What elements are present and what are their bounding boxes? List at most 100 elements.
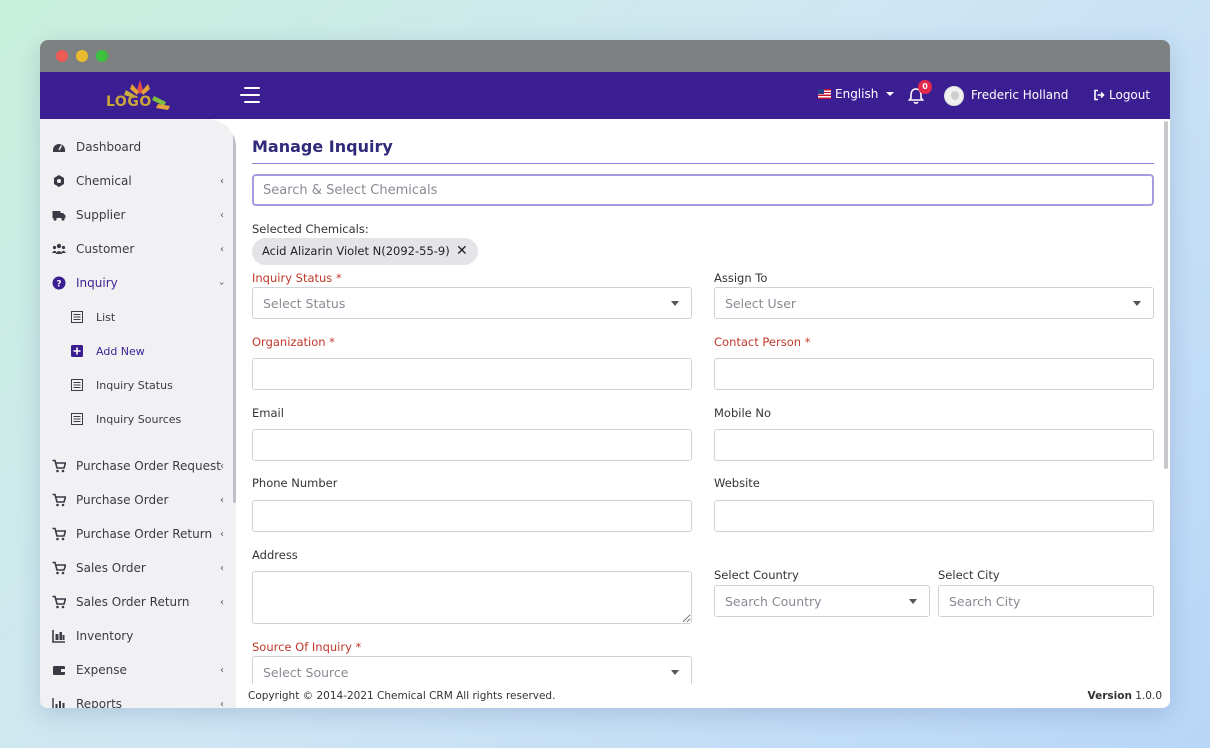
page-title: Manage Inquiry — [252, 137, 393, 156]
user-avatar[interactable] — [944, 86, 964, 106]
language-selector[interactable]: English — [818, 87, 895, 101]
city-label: Select City — [938, 568, 1000, 582]
version-text: Version 1.0.0 — [1087, 690, 1162, 702]
list-icon — [71, 311, 83, 323]
chevron-down-icon — [886, 92, 895, 96]
sign-out-icon — [1094, 89, 1105, 101]
sidebar-item-purchase-order-return[interactable]: Purchase Order Return ‹ — [40, 522, 236, 546]
source-label: Source Of Inquiry * — [252, 640, 362, 654]
caret-down-icon — [671, 301, 679, 306]
sidebar-item-inventory[interactable]: Inventory — [40, 624, 236, 648]
chevron-left-icon: ‹ — [220, 698, 224, 709]
chevron-left-icon: ‹ — [220, 460, 224, 472]
chart-icon — [52, 698, 65, 708]
city-input[interactable] — [938, 585, 1154, 617]
browser-window: LOGO English 0 Frederic Holland Logout D… — [40, 40, 1170, 708]
phone-label: Phone Number — [252, 476, 338, 490]
language-label: English — [835, 87, 879, 101]
chevron-left-icon: ‹ — [220, 209, 224, 221]
sidebar-item-sales-order-return[interactable]: Sales Order Return ‹ — [40, 590, 236, 614]
wallet-icon — [53, 666, 65, 675]
logo-text: LOGO — [106, 94, 152, 110]
inquiry-status-select[interactable]: Select Status — [252, 287, 692, 319]
svg-text:?: ? — [56, 280, 61, 290]
chevron-left-icon: ‹ — [220, 562, 224, 574]
sidebar-item-expense[interactable]: Expense ‹ — [40, 658, 236, 682]
sidebar-subitem-inquiry-status[interactable]: Inquiry Status — [40, 374, 236, 396]
contact-person-input[interactable] — [714, 358, 1154, 390]
chevron-left-icon: ‹ — [220, 664, 224, 676]
chevron-down-icon: ‹ — [216, 281, 228, 285]
inventory-icon — [52, 630, 65, 643]
sidebar-item-reports[interactable]: Reports ‹ — [40, 692, 236, 708]
contact-person-label: Contact Person * — [714, 335, 811, 349]
sidebar-item-customer[interactable]: Customer ‹ — [40, 237, 236, 261]
mobile-input[interactable] — [714, 429, 1154, 461]
caret-down-icon — [909, 599, 917, 604]
selected-chemical-name: Acid Alizarin Violet N(2092-55-9) — [262, 244, 450, 258]
organization-label: Organization * — [252, 335, 335, 349]
chemical-search-input[interactable] — [252, 174, 1154, 206]
address-textarea[interactable] — [252, 571, 692, 624]
list-icon — [71, 413, 83, 425]
sidebar-item-dashboard[interactable]: Dashboard — [40, 135, 236, 159]
cart-icon — [52, 561, 66, 575]
maximize-window-button[interactable] — [96, 50, 108, 62]
sidebar: Dashboard Chemical ‹ Supplier ‹ Customer… — [40, 119, 236, 708]
sidebar-subitem-add-new[interactable]: Add New — [40, 340, 236, 362]
cart-icon — [52, 527, 66, 541]
cart-icon — [52, 493, 66, 507]
users-icon — [52, 243, 66, 254]
notification-count-badge: 0 — [918, 80, 932, 94]
main-content: Manage Inquiry Selected Chemicals: Acid … — [236, 119, 1170, 708]
sidebar-item-chemical[interactable]: Chemical ‹ — [40, 169, 236, 193]
sidebar-subitem-inquiry-sources[interactable]: Inquiry Sources — [40, 408, 236, 430]
copyright-text: Copyright © 2014-2021 Chemical CRM All r… — [248, 690, 556, 702]
organization-input[interactable] — [252, 358, 692, 390]
phone-input[interactable] — [252, 500, 692, 532]
chevron-left-icon: ‹ — [220, 175, 224, 187]
email-input[interactable] — [252, 429, 692, 461]
truck-icon — [52, 211, 66, 221]
title-divider — [252, 163, 1154, 164]
minimize-window-button[interactable] — [76, 50, 88, 62]
menu-toggle-button[interactable] — [240, 85, 262, 105]
cart-icon — [52, 459, 66, 473]
page-footer: Copyright © 2014-2021 Chemical CRM All r… — [236, 684, 1170, 708]
list-icon — [71, 379, 83, 391]
remove-chemical-icon[interactable]: ✕ — [456, 238, 468, 265]
sidebar-item-purchase-order-request[interactable]: Purchase Order Request ‹ — [40, 454, 236, 478]
user-name[interactable]: Frederic Holland — [971, 88, 1068, 102]
chevron-left-icon: ‹ — [220, 596, 224, 608]
country-label: Select Country — [714, 568, 799, 582]
chemical-icon — [54, 175, 64, 187]
logout-button[interactable]: Logout — [1093, 88, 1150, 102]
country-select[interactable]: Search Country — [714, 585, 930, 617]
sidebar-item-purchase-order[interactable]: Purchase Order ‹ — [40, 488, 236, 512]
window-titlebar — [40, 40, 1170, 72]
close-window-button[interactable] — [56, 50, 68, 62]
selected-chemicals-label: Selected Chemicals: — [252, 222, 369, 236]
inquiry-status-label: Inquiry Status * — [252, 271, 342, 285]
top-navbar: LOGO English 0 Frederic Holland Logout — [40, 72, 1170, 119]
website-input[interactable] — [714, 500, 1154, 532]
logout-label: Logout — [1109, 88, 1151, 102]
cart-icon — [52, 595, 66, 609]
sidebar-subitem-list[interactable]: List — [40, 306, 236, 328]
address-label: Address — [252, 548, 298, 562]
selected-chemical-chip: Acid Alizarin Violet N(2092-55-9) ✕ — [252, 238, 478, 265]
main-scrollbar[interactable] — [1164, 121, 1168, 469]
assign-to-select[interactable]: Select User — [714, 287, 1154, 319]
us-flag-icon — [818, 89, 831, 99]
sidebar-item-sales-order[interactable]: Sales Order ‹ — [40, 556, 236, 580]
email-label: Email — [252, 406, 284, 420]
mobile-label: Mobile No — [714, 406, 772, 420]
dashboard-icon — [53, 144, 65, 152]
sidebar-item-supplier[interactable]: Supplier ‹ — [40, 203, 236, 227]
sidebar-item-inquiry[interactable]: ? Inquiry ‹ — [40, 271, 236, 295]
chevron-left-icon: ‹ — [220, 528, 224, 540]
chevron-left-icon: ‹ — [220, 494, 224, 506]
chevron-left-icon: ‹ — [220, 243, 224, 255]
website-label: Website — [714, 476, 760, 490]
plus-square-icon — [71, 345, 83, 357]
